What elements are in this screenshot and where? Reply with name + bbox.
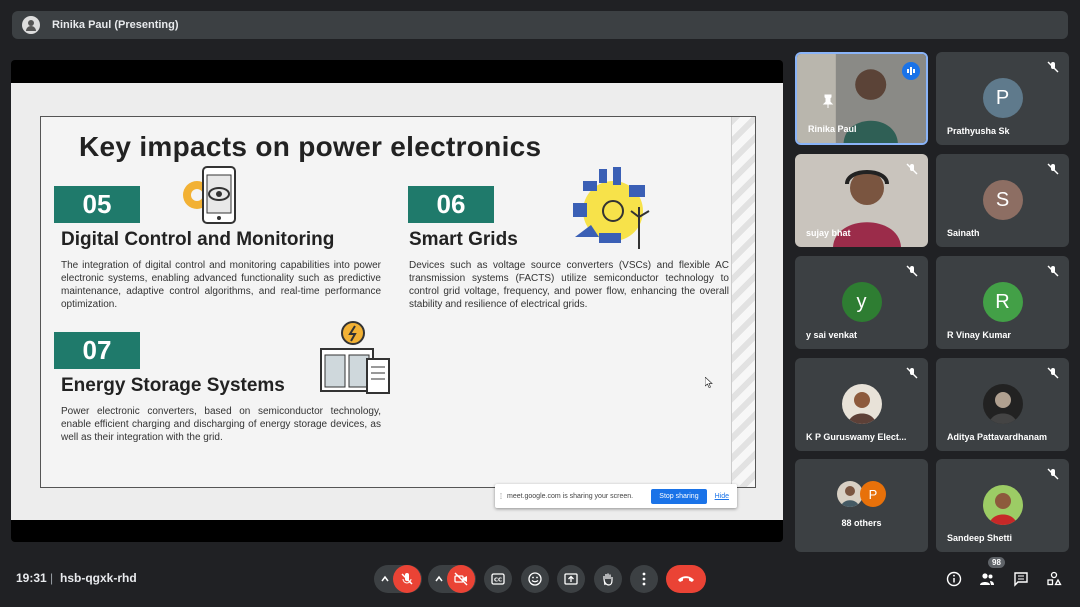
meeting-time: 19:31	[16, 571, 47, 585]
participant-avatar: S	[982, 180, 1023, 220]
mic-off-icon	[906, 367, 918, 379]
participant-name: Sainath	[947, 228, 980, 238]
participant-name: Aditya Pattavardhanam	[947, 432, 1048, 442]
hang-up-icon	[678, 576, 694, 582]
mouse-cursor-icon	[705, 377, 713, 388]
participant-tile[interactable]: y y sai venkat	[795, 256, 928, 349]
presenter-bar[interactable]: Rinika Paul (Presenting)	[12, 11, 1068, 39]
mic-off-icon	[1047, 367, 1059, 379]
slide-decoration	[731, 117, 755, 487]
mic-toggle-button[interactable]	[393, 565, 421, 593]
participant-avatar	[841, 384, 882, 424]
hide-banner-link[interactable]: Hide	[715, 493, 729, 500]
reactions-button[interactable]	[521, 565, 549, 593]
hand-icon	[603, 573, 613, 586]
chat-icon[interactable]	[1013, 571, 1029, 587]
section-body: Power electronic converters, based on se…	[61, 406, 381, 443]
participant-avatar	[982, 384, 1023, 424]
energy-storage-illustration	[320, 321, 390, 394]
camera-off-icon	[454, 572, 468, 586]
others-count-label: 88 others	[841, 518, 882, 528]
people-icon[interactable]	[979, 571, 995, 587]
more-options-button[interactable]	[630, 565, 658, 593]
mic-off-icon	[1047, 163, 1059, 175]
participant-tile[interactable]: R R Vinay Kumar	[936, 256, 1069, 349]
camera-toggle-button[interactable]	[447, 565, 475, 593]
emoji-icon	[528, 572, 542, 586]
participant-name: K P Guruswamy Elect...	[806, 432, 907, 442]
section-number-badge: 05	[54, 186, 140, 223]
more-vertical-icon	[642, 572, 646, 586]
shared-screen: Key impacts on power electronics 05 Digi…	[11, 60, 783, 542]
participant-name: Rinika Paul	[808, 124, 857, 134]
activities-icon[interactable]	[1046, 571, 1062, 587]
section-title: Digital Control and Monitoring	[61, 229, 335, 250]
smart-grid-illustration	[573, 167, 650, 249]
section-title: Energy Storage Systems	[61, 375, 285, 396]
slide: Key impacts on power electronics 05 Digi…	[11, 83, 783, 520]
participant-tile[interactable]: Sandeep Shetti	[936, 459, 1069, 552]
section-body: The integration of digital control and m…	[61, 260, 381, 310]
present-screen-button[interactable]	[557, 565, 585, 593]
meeting-details-icon[interactable]	[946, 571, 962, 587]
participant-avatar: P	[982, 78, 1023, 118]
speaking-indicator-icon	[902, 62, 920, 80]
mic-off-icon	[1047, 265, 1059, 277]
participant-name: R Vinay Kumar	[947, 330, 1011, 340]
meeting-code[interactable]: hsb-qgxk-rhd	[60, 571, 137, 585]
participant-name: Prathyusha Sk	[947, 126, 1010, 136]
present-screen-icon	[564, 573, 578, 585]
meet-window: Rinika Paul (Presenting) Key impacts on …	[0, 0, 1080, 607]
pin-icon[interactable]	[822, 94, 834, 108]
presenter-avatar	[22, 16, 40, 34]
raise-hand-button[interactable]	[594, 565, 622, 593]
section-body: Devices such as voltage source converter…	[409, 260, 729, 310]
section-number-badge: 06	[408, 186, 494, 223]
svg-text:CC: CC	[494, 578, 502, 584]
participant-tile[interactable]: Aditya Pattavardhanam	[936, 358, 1069, 451]
section-number-badge: 07	[54, 332, 140, 369]
chevron-up-icon[interactable]	[380, 574, 390, 584]
mic-off-icon	[906, 265, 918, 277]
share-banner-text: meet.google.com is sharing your screen.	[507, 492, 634, 500]
participant-tile[interactable]: K P Guruswamy Elect...	[795, 358, 928, 451]
participant-avatar: P	[860, 481, 886, 507]
participant-avatar: R	[982, 282, 1023, 322]
mic-off-icon	[401, 573, 413, 585]
mic-off-icon	[1047, 468, 1059, 480]
slide-content: Key impacts on power electronics 05 Digi…	[40, 116, 756, 488]
section-title: Smart Grids	[409, 229, 518, 250]
digital-control-illustration	[183, 166, 236, 224]
mic-off-icon	[906, 163, 918, 175]
chevron-up-icon[interactable]	[434, 574, 444, 584]
slide-title: Key impacts on power electronics	[79, 131, 542, 162]
screen-share-banner: ⁞ meet.google.com is sharing your screen…	[495, 484, 737, 508]
participant-tile-others[interactable]: P 88 others	[795, 459, 928, 552]
participant-name: sujay bhat	[806, 228, 851, 238]
participant-count-badge: 98	[988, 557, 1005, 568]
participant-tile[interactable]: Rinika Paul	[795, 52, 928, 145]
participant-name: Sandeep Shetti	[947, 533, 1013, 543]
stop-sharing-button[interactable]: Stop sharing	[651, 488, 707, 504]
mic-off-icon	[1047, 61, 1059, 73]
participant-avatar: y	[841, 282, 882, 322]
participant-name: y sai venkat	[806, 330, 858, 340]
participant-avatar	[982, 485, 1023, 525]
drag-handle-icon[interactable]: ⁞	[495, 492, 507, 501]
participant-tile[interactable]: P Prathyusha Sk	[936, 52, 1069, 145]
closed-captions-icon: CC	[491, 573, 505, 585]
leave-call-button[interactable]	[666, 565, 706, 593]
participant-tile[interactable]: S Sainath	[936, 154, 1069, 247]
separator: |	[50, 571, 54, 585]
presenter-name: Rinika Paul (Presenting)	[52, 19, 179, 31]
captions-button[interactable]: CC	[484, 565, 512, 593]
participant-tile[interactable]: sujay bhat	[795, 154, 928, 247]
